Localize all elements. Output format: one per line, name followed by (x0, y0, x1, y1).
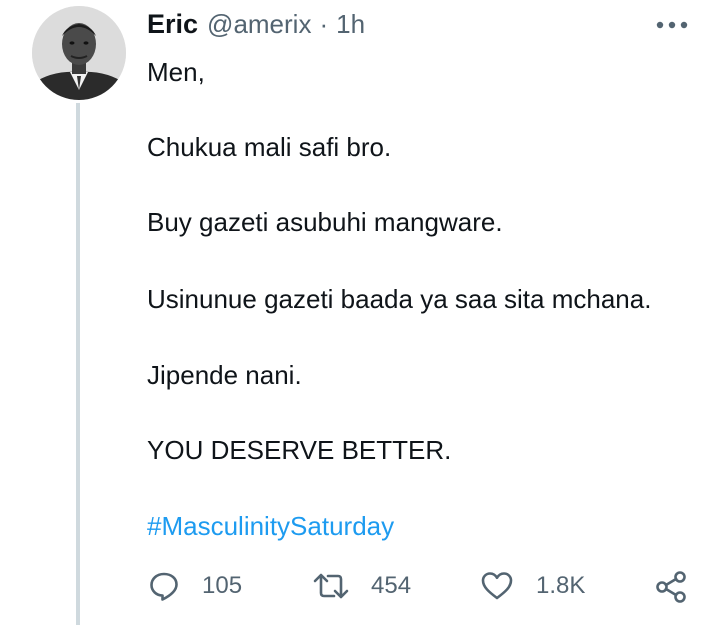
heart-icon (481, 572, 513, 600)
reply-count: 105 (202, 572, 243, 599)
tweet-text-line: YOU DESERVE BETTER. (147, 435, 452, 465)
tweet-text-line: Jipende nani. (147, 360, 302, 390)
author-handle[interactable]: @amerix (207, 9, 311, 40)
retweet-button[interactable]: 454 (313, 566, 411, 606)
tweet[interactable]: Eric @amerix · 1h Men, Chukua mali safi … (0, 0, 720, 625)
separator-dot: · (319, 8, 329, 39)
avatar[interactable] (32, 6, 126, 100)
tweet-text-line: Usinunue gazeti baada ya saa sita mchana… (147, 284, 652, 314)
retweet-icon (313, 573, 349, 599)
thread-line (76, 103, 80, 625)
author-name[interactable]: Eric (147, 9, 198, 40)
hashtag-link[interactable]: #MasculinitySaturday (147, 510, 394, 542)
timestamp[interactable]: 1h (336, 9, 365, 40)
share-icon (656, 571, 686, 603)
share-button[interactable] (654, 570, 688, 609)
tweet-text-line: Buy gazeti asubuhi mangware. (147, 207, 503, 237)
retweet-count: 454 (371, 572, 412, 599)
reply-button[interactable]: 105 (148, 566, 242, 606)
tweet-header: Eric @amerix · 1h (147, 6, 365, 42)
more-options-icon (656, 21, 688, 29)
tweet-text-line: Chukua mali safi bro. (147, 132, 392, 162)
like-button[interactable]: 1.8K (480, 566, 585, 606)
tweet-text-line: Men, (147, 57, 205, 87)
more-options-button[interactable] (650, 12, 694, 38)
like-count: 1.8K (536, 572, 586, 599)
reply-icon (150, 572, 178, 601)
